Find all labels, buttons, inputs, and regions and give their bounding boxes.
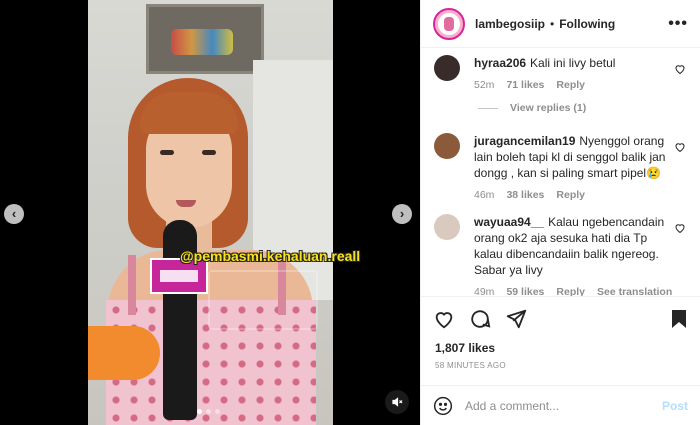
view-replies-button[interactable]: View replies (1) — [478, 102, 586, 114]
comment-input[interactable]: Add a comment... — [465, 399, 662, 413]
background-poster — [146, 4, 264, 74]
carousel-dot — [206, 409, 211, 414]
speaker-muted-icon — [392, 397, 403, 407]
comment-text: Kali ini livy betul — [530, 56, 616, 70]
post-media: @pembasmi.kehaluan.reall ‹ › — [0, 0, 420, 425]
comment-time[interactable]: 52m — [474, 77, 494, 93]
avatar[interactable] — [433, 7, 465, 40]
comment-username[interactable]: hyraa206 — [474, 56, 526, 70]
author-username[interactable]: lambegosiip — [475, 17, 545, 31]
like-heart-icon[interactable] — [433, 308, 455, 330]
likes-count[interactable]: 1,807 likes — [435, 341, 495, 355]
more-options-icon[interactable]: ••• — [668, 15, 688, 33]
avatar[interactable] — [434, 214, 460, 240]
comment-likes[interactable]: 71 likes — [506, 77, 544, 93]
overlay-handle-text: @pembasmi.kehaluan.reall — [180, 248, 361, 264]
comment-likes[interactable]: 59 likes — [506, 284, 544, 296]
comment-username[interactable]: wayuaa94__ — [474, 215, 544, 229]
avatar[interactable] — [434, 133, 460, 159]
emoji-icon[interactable] — [433, 396, 453, 416]
comment-time[interactable]: 49m — [474, 284, 494, 296]
heart-icon[interactable] — [674, 222, 686, 234]
heart-icon[interactable] — [674, 141, 686, 153]
bookmark-icon[interactable] — [670, 309, 688, 329]
see-translation-link[interactable]: See translation — [597, 284, 672, 296]
heart-icon[interactable] — [674, 63, 686, 75]
carousel-indicator — [197, 409, 220, 414]
comments-list[interactable]: hyraa206 Kali ini livy betul 52m 71 likes… — [421, 49, 700, 296]
comment-bubble-icon[interactable] — [469, 308, 491, 330]
carousel-dot — [197, 409, 202, 414]
post-actions-bar — [421, 296, 700, 340]
list-item: juragancemilan19 Nyenggol orang lain bole… — [434, 133, 686, 203]
previous-slide-button[interactable]: ‹ — [4, 204, 24, 224]
comment-username[interactable]: juragancemilan19 — [474, 134, 575, 148]
reply-button[interactable]: Reply — [556, 187, 585, 203]
avatar[interactable] — [434, 55, 460, 81]
mute-toggle-button[interactable] — [385, 390, 409, 414]
post-timestamp[interactable]: 58 MINUTES AGO — [435, 361, 506, 370]
video-frame[interactable] — [88, 0, 333, 425]
header-separator: • — [550, 16, 555, 31]
post-header: lambegosiip • Following ••• — [421, 0, 700, 48]
post-side-panel: lambegosiip • Following ••• hyraa206 Kali… — [420, 0, 700, 425]
reply-button[interactable]: Reply — [556, 77, 585, 93]
comment-likes[interactable]: 38 likes — [506, 187, 544, 203]
list-item: hyraa206 Kali ini livy betul 52m 71 likes… — [434, 55, 686, 93]
comment-time[interactable]: 46m — [474, 187, 494, 203]
share-send-icon[interactable] — [505, 308, 527, 330]
carousel-dot — [215, 409, 220, 414]
next-slide-button[interactable]: › — [392, 204, 412, 224]
following-button[interactable]: Following — [559, 17, 615, 31]
list-item: wayuaa94__ Kalau ngebencandain orang ok2 … — [434, 214, 686, 296]
add-comment-bar: Add a comment... Post — [421, 385, 700, 425]
post-button[interactable]: Post — [662, 399, 688, 413]
reply-button[interactable]: Reply — [556, 284, 585, 296]
